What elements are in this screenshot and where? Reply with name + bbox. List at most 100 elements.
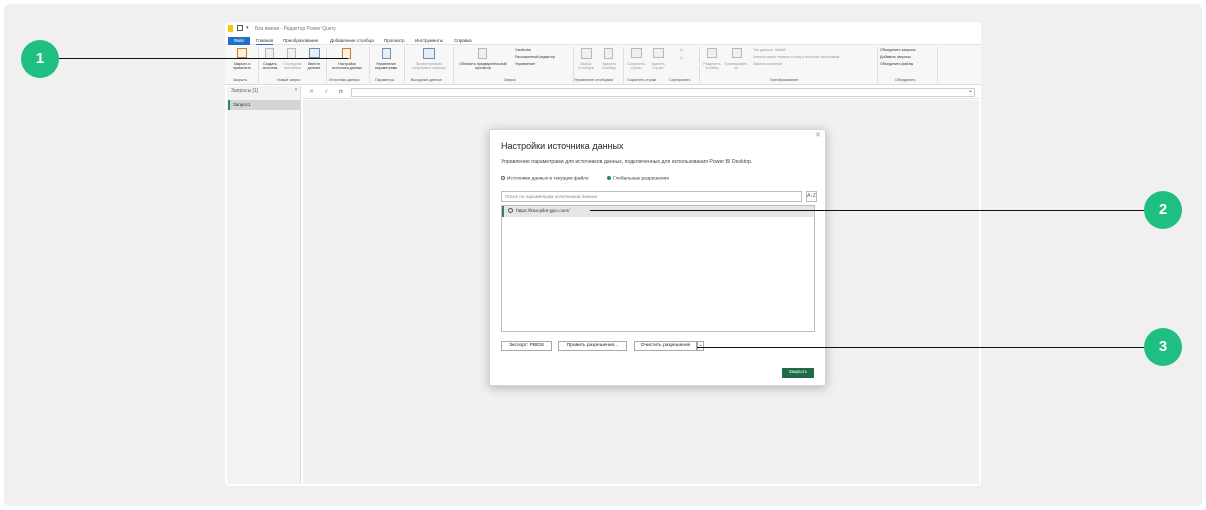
tab-add-column[interactable]: Добавление столбца xyxy=(330,37,374,45)
new-source-button[interactable]: Создать источник xyxy=(259,62,281,70)
formula-bar: ✕ ✓ fx ⌄ xyxy=(303,86,979,99)
close-apply-button[interactable]: Закрыть и применить xyxy=(227,62,257,70)
ribbon-separator xyxy=(937,47,938,83)
radio-current-file[interactable]: Источники данных в текущем файле xyxy=(501,175,589,181)
save-icon[interactable] xyxy=(237,25,243,31)
clear-permissions-dropdown-icon[interactable]: ⌄ xyxy=(697,341,704,351)
manage-parameters-icon xyxy=(382,48,391,59)
enter-data-button[interactable]: Ввести данные xyxy=(304,62,324,70)
radio-on-icon xyxy=(607,175,611,180)
data-type-dropdown[interactable]: Тип данных: Любой xyxy=(753,48,786,52)
split-column-button[interactable]: Разделить столбец xyxy=(701,62,723,70)
callout-line-1 xyxy=(58,58,348,59)
group-data-sources-label: Источники данных xyxy=(329,78,360,82)
power-bi-logo-icon xyxy=(228,25,233,32)
properties-button[interactable]: Свойства xyxy=(515,48,531,52)
sort-button[interactable]: A↓Z xyxy=(806,191,817,202)
choose-columns-icon xyxy=(581,48,592,59)
tab-transform[interactable]: Преобразование xyxy=(283,37,318,45)
tab-file[interactable]: Файл xyxy=(228,37,250,45)
ribbon-tabs: Файл Главная Преобразование Добавление с… xyxy=(225,36,981,45)
sort-ascending-icon[interactable]: A↓ xyxy=(680,48,684,52)
group-by-button[interactable]: Группировать по xyxy=(722,62,750,70)
merge-queries-button[interactable]: Объединить запросы xyxy=(880,48,915,52)
cancel-formula-icon[interactable]: ✕ xyxy=(309,88,314,95)
refresh-preview-icon xyxy=(478,48,487,59)
remove-columns-icon xyxy=(604,48,613,59)
ribbon-separator xyxy=(699,47,700,83)
export-results-icon xyxy=(423,48,435,59)
replace-values-button[interactable]: Замена значений xyxy=(753,62,782,66)
close-icon[interactable]: ✕ xyxy=(815,131,821,139)
dialog-title: Настройки источника данных xyxy=(501,141,624,151)
callout-line-2 xyxy=(590,210,1146,211)
collapse-pane-icon[interactable]: ‹ xyxy=(295,87,297,93)
title-bar: ▾ Без имени - Редактор Power Query xyxy=(225,22,981,36)
ribbon-separator xyxy=(404,47,405,83)
remove-rows-icon xyxy=(653,48,664,58)
callout-line-3 xyxy=(697,347,1146,348)
tab-help[interactable]: Справка xyxy=(454,37,472,45)
export-results-button[interactable]: Экспортировать результаты запроса xyxy=(406,62,452,70)
group-parameters-label: Параметры xyxy=(375,78,395,82)
group-manage-columns-label: Управление столбцами xyxy=(574,78,613,82)
remove-rows-button[interactable]: Удалить строки xyxy=(647,62,669,70)
query-item[interactable]: Запрос1 xyxy=(228,100,300,110)
group-transform-label: Преобразование xyxy=(770,78,799,82)
recent-sources-button[interactable]: Последние источники xyxy=(281,62,304,70)
formula-input[interactable] xyxy=(351,88,975,97)
data-sources-list: https://ksa-pilot-gpo.com/ xyxy=(501,205,815,332)
remove-columns-button[interactable]: Удалить столбцы xyxy=(598,62,620,70)
close-button[interactable]: Закрыть xyxy=(782,368,814,378)
manage-parameters-button[interactable]: Управление параметрами xyxy=(371,62,401,70)
edit-permissions-button[interactable]: Править разрешения... xyxy=(558,341,627,351)
keep-rows-button[interactable]: Сохранить строки xyxy=(625,62,647,70)
split-column-icon xyxy=(707,48,717,58)
radio-global-permissions[interactable]: Глобальные разрешения xyxy=(607,175,669,181)
group-close-label: Закрыть xyxy=(233,78,247,82)
ribbon-separator xyxy=(326,47,327,83)
expand-formula-icon[interactable]: ⌄ xyxy=(968,87,973,94)
keep-rows-icon xyxy=(631,48,642,58)
clear-permissions-button[interactable]: Очистить разрешения xyxy=(634,341,697,351)
refresh-preview-button[interactable]: Обновить предварительный просмотр xyxy=(454,62,512,70)
close-apply-icon xyxy=(237,48,247,58)
tab-home[interactable]: Главная xyxy=(256,37,274,45)
dialog-description: Управление параметрами для источников да… xyxy=(501,159,753,165)
ribbon: Закрыть и применить Закрыть Создать источн… xyxy=(225,45,981,85)
window-title: Без имени - Редактор Power Query xyxy=(255,26,336,32)
globe-icon xyxy=(508,207,513,213)
confirm-formula-icon[interactable]: ✓ xyxy=(324,88,329,95)
choose-columns-button[interactable]: Выбор столбцов xyxy=(575,62,597,70)
sort-descending-icon[interactable]: Z↓ xyxy=(680,56,684,60)
callout-badge-2: 2 xyxy=(1144,191,1182,229)
queries-pane: Запросы [1] ‹ Запрос1 xyxy=(227,86,301,484)
combine-files-button[interactable]: Объединить файлы xyxy=(880,62,913,66)
queries-pane-header: Запросы [1] xyxy=(231,88,259,94)
group-reduce-rows-label: Сократить строки xyxy=(627,78,657,82)
export-pbids-button[interactable]: Экспорт: PBIDS xyxy=(501,341,552,351)
manage-button[interactable]: Управление xyxy=(515,62,535,66)
group-query-label: Запрос xyxy=(504,78,516,82)
radio-off-icon xyxy=(501,175,505,180)
fx-label: fx xyxy=(339,89,343,95)
ribbon-separator xyxy=(623,47,624,83)
search-input[interactable]: Поиск по параметрам источников данных xyxy=(501,191,802,202)
use-first-row-button[interactable]: Использовать первую строку в качестве за… xyxy=(753,55,839,59)
ribbon-separator xyxy=(877,47,878,83)
list-item[interactable]: https://ksa-pilot-gpo.com/ xyxy=(502,206,814,217)
tab-tools[interactable]: Инструменты xyxy=(415,37,443,45)
callout-badge-1: 1 xyxy=(21,40,59,78)
group-by-icon xyxy=(732,48,742,58)
group-new-query-label: Новый запрос xyxy=(277,78,301,82)
data-source-settings-button[interactable]: Настройки источника данных xyxy=(328,62,366,70)
group-combine-label: Объединить xyxy=(895,78,916,82)
append-queries-button[interactable]: Добавить запросы xyxy=(880,55,911,59)
quick-access-dropdown-icon[interactable]: ▾ xyxy=(246,25,249,31)
callout-badge-3: 3 xyxy=(1144,328,1182,366)
group-output-label: Выходные данные xyxy=(411,78,442,82)
tab-view[interactable]: Просмотр xyxy=(384,37,405,45)
advanced-editor-button[interactable]: Расширенный редактор xyxy=(515,55,555,59)
enter-data-icon xyxy=(309,48,320,58)
ribbon-separator xyxy=(369,47,370,83)
